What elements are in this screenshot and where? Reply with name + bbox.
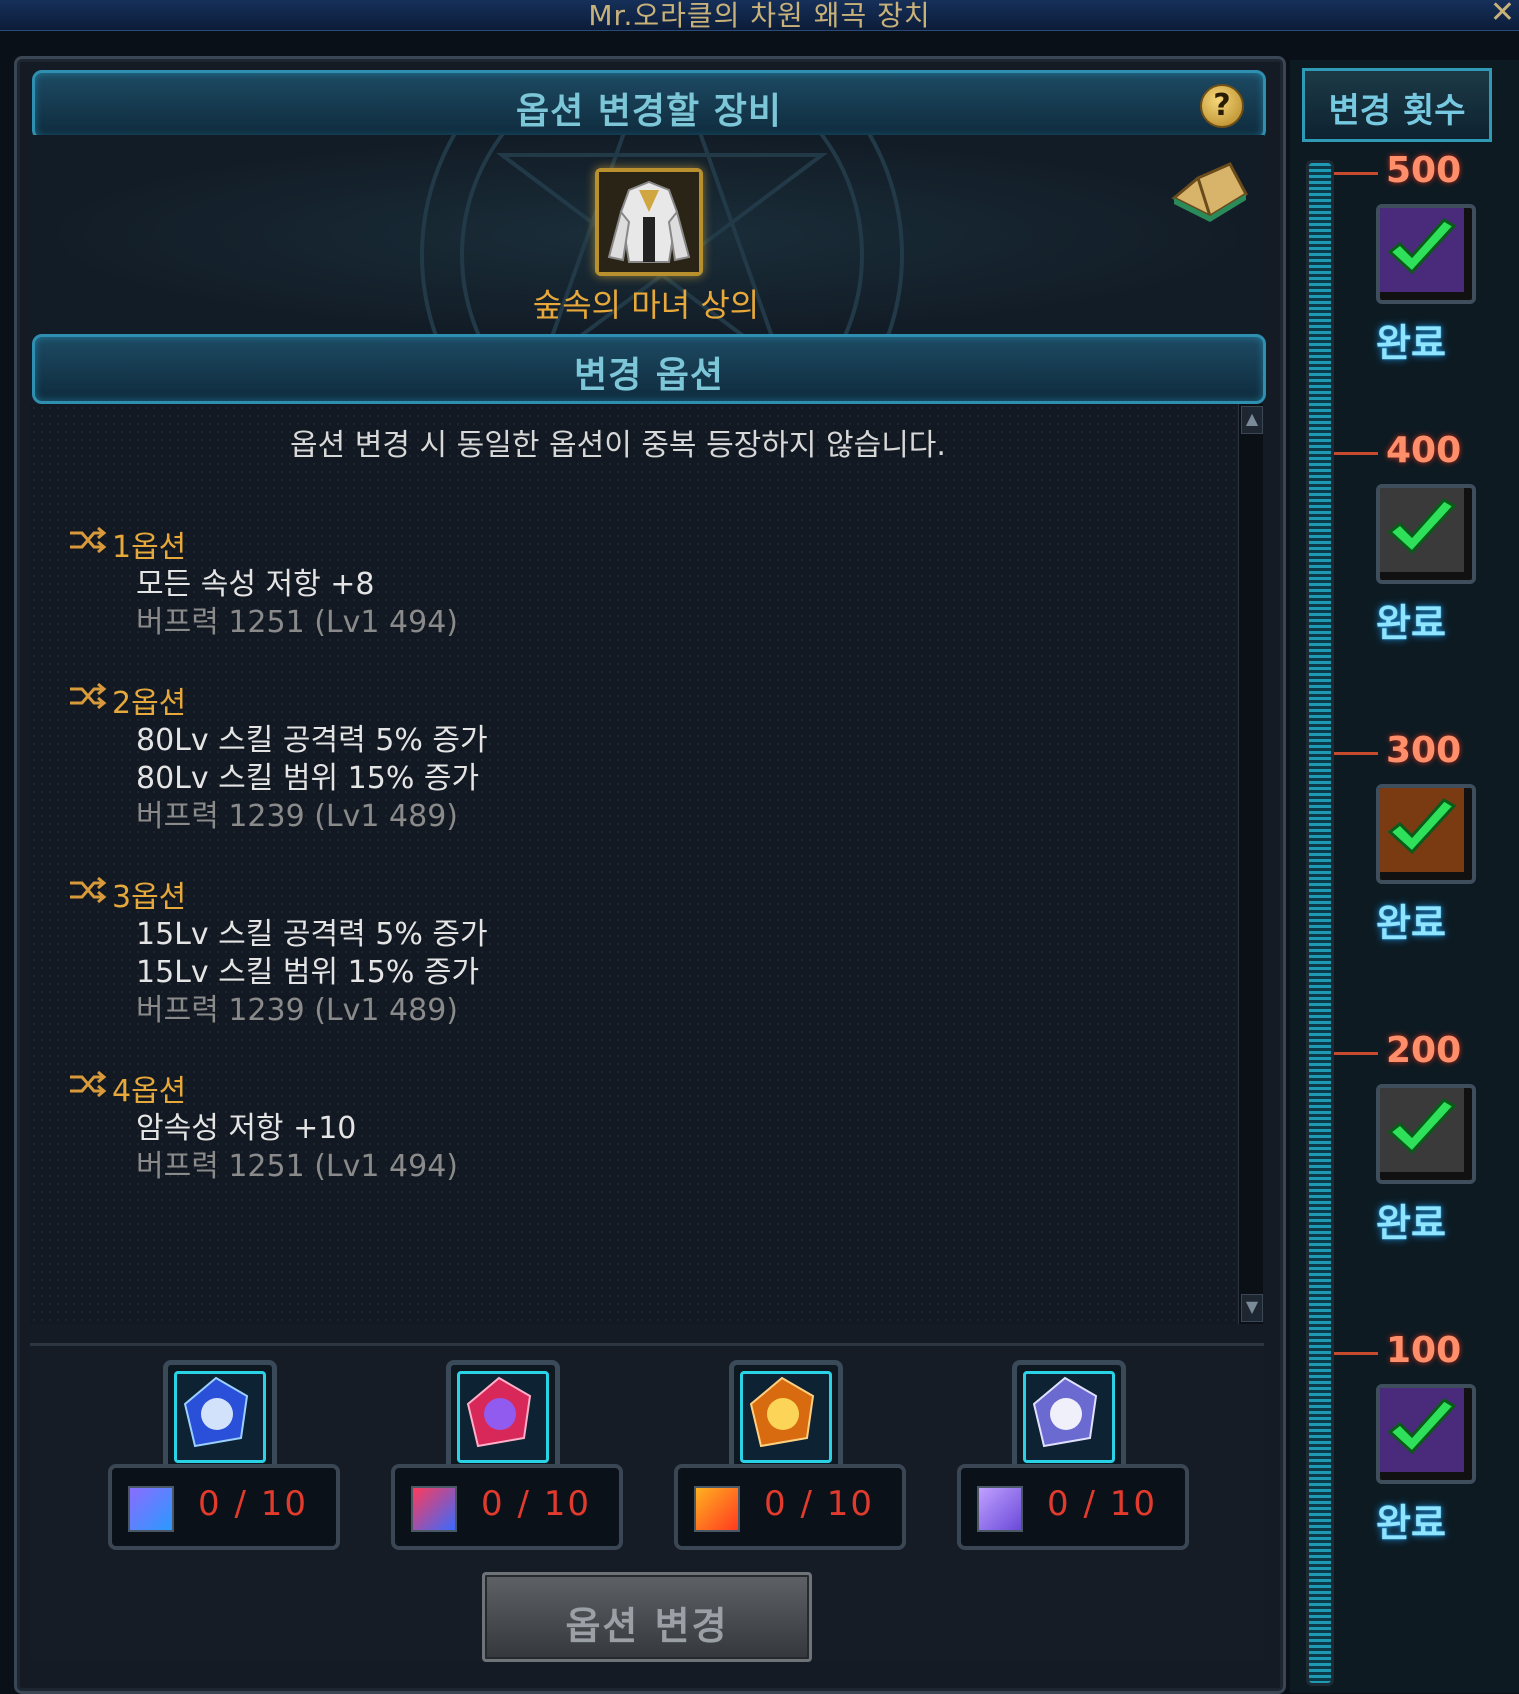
option-change-button[interactable]: 옵션 변경 [482,1572,812,1662]
milestone-200: 200 완료 [1334,1030,1510,1310]
crystal-orange-icon [749,1376,815,1448]
option-buff: 버프력 1251 (Lv1 494) [136,605,458,640]
option-4: 4옵션 암속성 저항 +10 버프력 1251 (Lv1 494) [68,1066,458,1186]
option-line: 모든 속성 저항 +8 [136,567,375,602]
checkmark-icon [1380,488,1464,572]
material-count: 0 / 10 [1047,1484,1157,1524]
crystal-red-icon [466,1376,532,1448]
checkmark-icon [1380,1388,1464,1472]
book-icon[interactable] [1170,158,1250,224]
milestone-reward-slot[interactable] [1376,1384,1476,1484]
shuffle-icon [68,1069,108,1107]
equipment-name: 숲속의 마녀 상의 [532,286,760,324]
option-3: 3옵션 15Lv 스킬 공격력 5% 증가 15Lv 스킬 범위 15% 증가 … [68,872,488,1030]
milestone-tick [1334,1052,1378,1055]
option-line: 80Lv 스킬 공격력 5% 증가 [136,723,488,758]
material-mini-icon [977,1486,1023,1532]
option-title: 1옵션 [112,530,187,565]
change-count-header-label: 변경 횟수 [1328,91,1466,131]
material-count-box: 0 / 10 [108,1464,340,1550]
option-title: 3옵션 [112,880,187,915]
milestone-count: 500 [1386,150,1462,191]
milestone-100: 100 완료 [1334,1330,1510,1610]
close-icon[interactable]: ✕ [1490,0,1515,30]
help-icon[interactable]: ? [1200,84,1244,128]
option-buff: 버프력 1239 (Lv1 489) [136,993,458,1028]
options-scrollbar[interactable]: ▲ ▼ [1238,404,1263,1324]
material-mini-icon [694,1486,740,1532]
material-count: 0 / 10 [198,1484,308,1524]
checkmark-icon [1380,1088,1464,1172]
milestone-count: 100 [1386,1330,1462,1371]
material-slot[interactable] [1012,1360,1126,1474]
checkmark-icon [1380,208,1464,292]
option-title: 2옵션 [112,686,187,721]
option-line: 80Lv 스킬 범위 15% 증가 [136,761,480,796]
milestone-count: 300 [1386,730,1462,771]
options-header: 변경 옵션 [32,334,1266,404]
shuffle-icon [68,681,108,719]
material-count: 0 / 10 [764,1484,874,1524]
option-change-button-label: 옵션 변경 [565,1604,729,1648]
material-mini-icon [411,1486,457,1532]
scroll-down-icon[interactable]: ▼ [1241,1294,1263,1322]
material-slot[interactable] [446,1360,560,1474]
option-line: 15Lv 스킬 범위 15% 증가 [136,955,480,990]
robe-icon [599,172,699,272]
milestone-reward-slot[interactable] [1376,1084,1476,1184]
checkmark-icon [1380,788,1464,872]
option-buff: 버프력 1239 (Lv1 489) [136,799,458,834]
milestone-status: 완료 [1376,901,1446,945]
change-count-gauge [1306,160,1334,1686]
milestone-tick [1334,1352,1378,1355]
milestone-status: 완료 [1376,1501,1446,1545]
milestone-tick [1334,172,1378,175]
crystal-white-icon [1032,1376,1098,1448]
window-title: Mr.오라클의 차원 왜곡 장치 [588,0,931,32]
material-mini-icon [128,1486,174,1532]
change-count-header: 변경 횟수 [1302,68,1492,142]
milestone-tick [1334,452,1378,455]
shuffle-icon [68,525,108,563]
option-title: 4옵션 [112,1074,187,1109]
window-titlebar: Mr.오라클의 차원 왜곡 장치 ✕ [0,0,1519,32]
milestone-count: 200 [1386,1030,1462,1071]
options-header-label: 변경 옵션 [573,355,724,396]
material-slot[interactable] [729,1360,843,1474]
option-1: 1옵션 모든 속성 저항 +8 버프력 1251 (Lv1 494) [68,522,458,642]
milestone-reward-slot[interactable] [1376,204,1476,304]
milestone-reward-slot[interactable] [1376,484,1476,584]
crystal-blue-icon [183,1376,249,1448]
option-2: 2옵션 80Lv 스킬 공격력 5% 증가 80Lv 스킬 범위 15% 증가 … [68,678,488,836]
milestone-400: 400 완료 [1334,430,1510,710]
milestone-status: 완료 [1376,601,1446,645]
material-count-box: 0 / 10 [957,1464,1189,1550]
option-line: 암속성 저항 +10 [136,1111,357,1146]
milestone-reward-slot[interactable] [1376,784,1476,884]
milestone-300: 300 완료 [1334,730,1510,1010]
equipment-slot[interactable] [595,168,703,276]
milestone-tick [1334,752,1378,755]
shuffle-icon [68,875,108,913]
milestone-status: 완료 [1376,321,1446,365]
option-buff: 버프력 1251 (Lv1 494) [136,1149,458,1184]
equipment-header: 옵션 변경할 장비 [32,70,1266,140]
options-notice: 옵션 변경 시 동일한 옵션이 중복 등장하지 않습니다. [290,428,946,463]
material-count-box: 0 / 10 [674,1464,906,1550]
equipment-header-label: 옵션 변경할 장비 [516,91,782,132]
scroll-up-icon[interactable]: ▲ [1241,406,1263,434]
material-count-box: 0 / 10 [391,1464,623,1550]
material-count: 0 / 10 [481,1484,591,1524]
milestone-500: 500 완료 [1334,150,1510,430]
milestone-count: 400 [1386,430,1462,471]
material-slot[interactable] [163,1360,277,1474]
option-line: 15Lv 스킬 공격력 5% 증가 [136,917,488,952]
milestone-status: 완료 [1376,1201,1446,1245]
